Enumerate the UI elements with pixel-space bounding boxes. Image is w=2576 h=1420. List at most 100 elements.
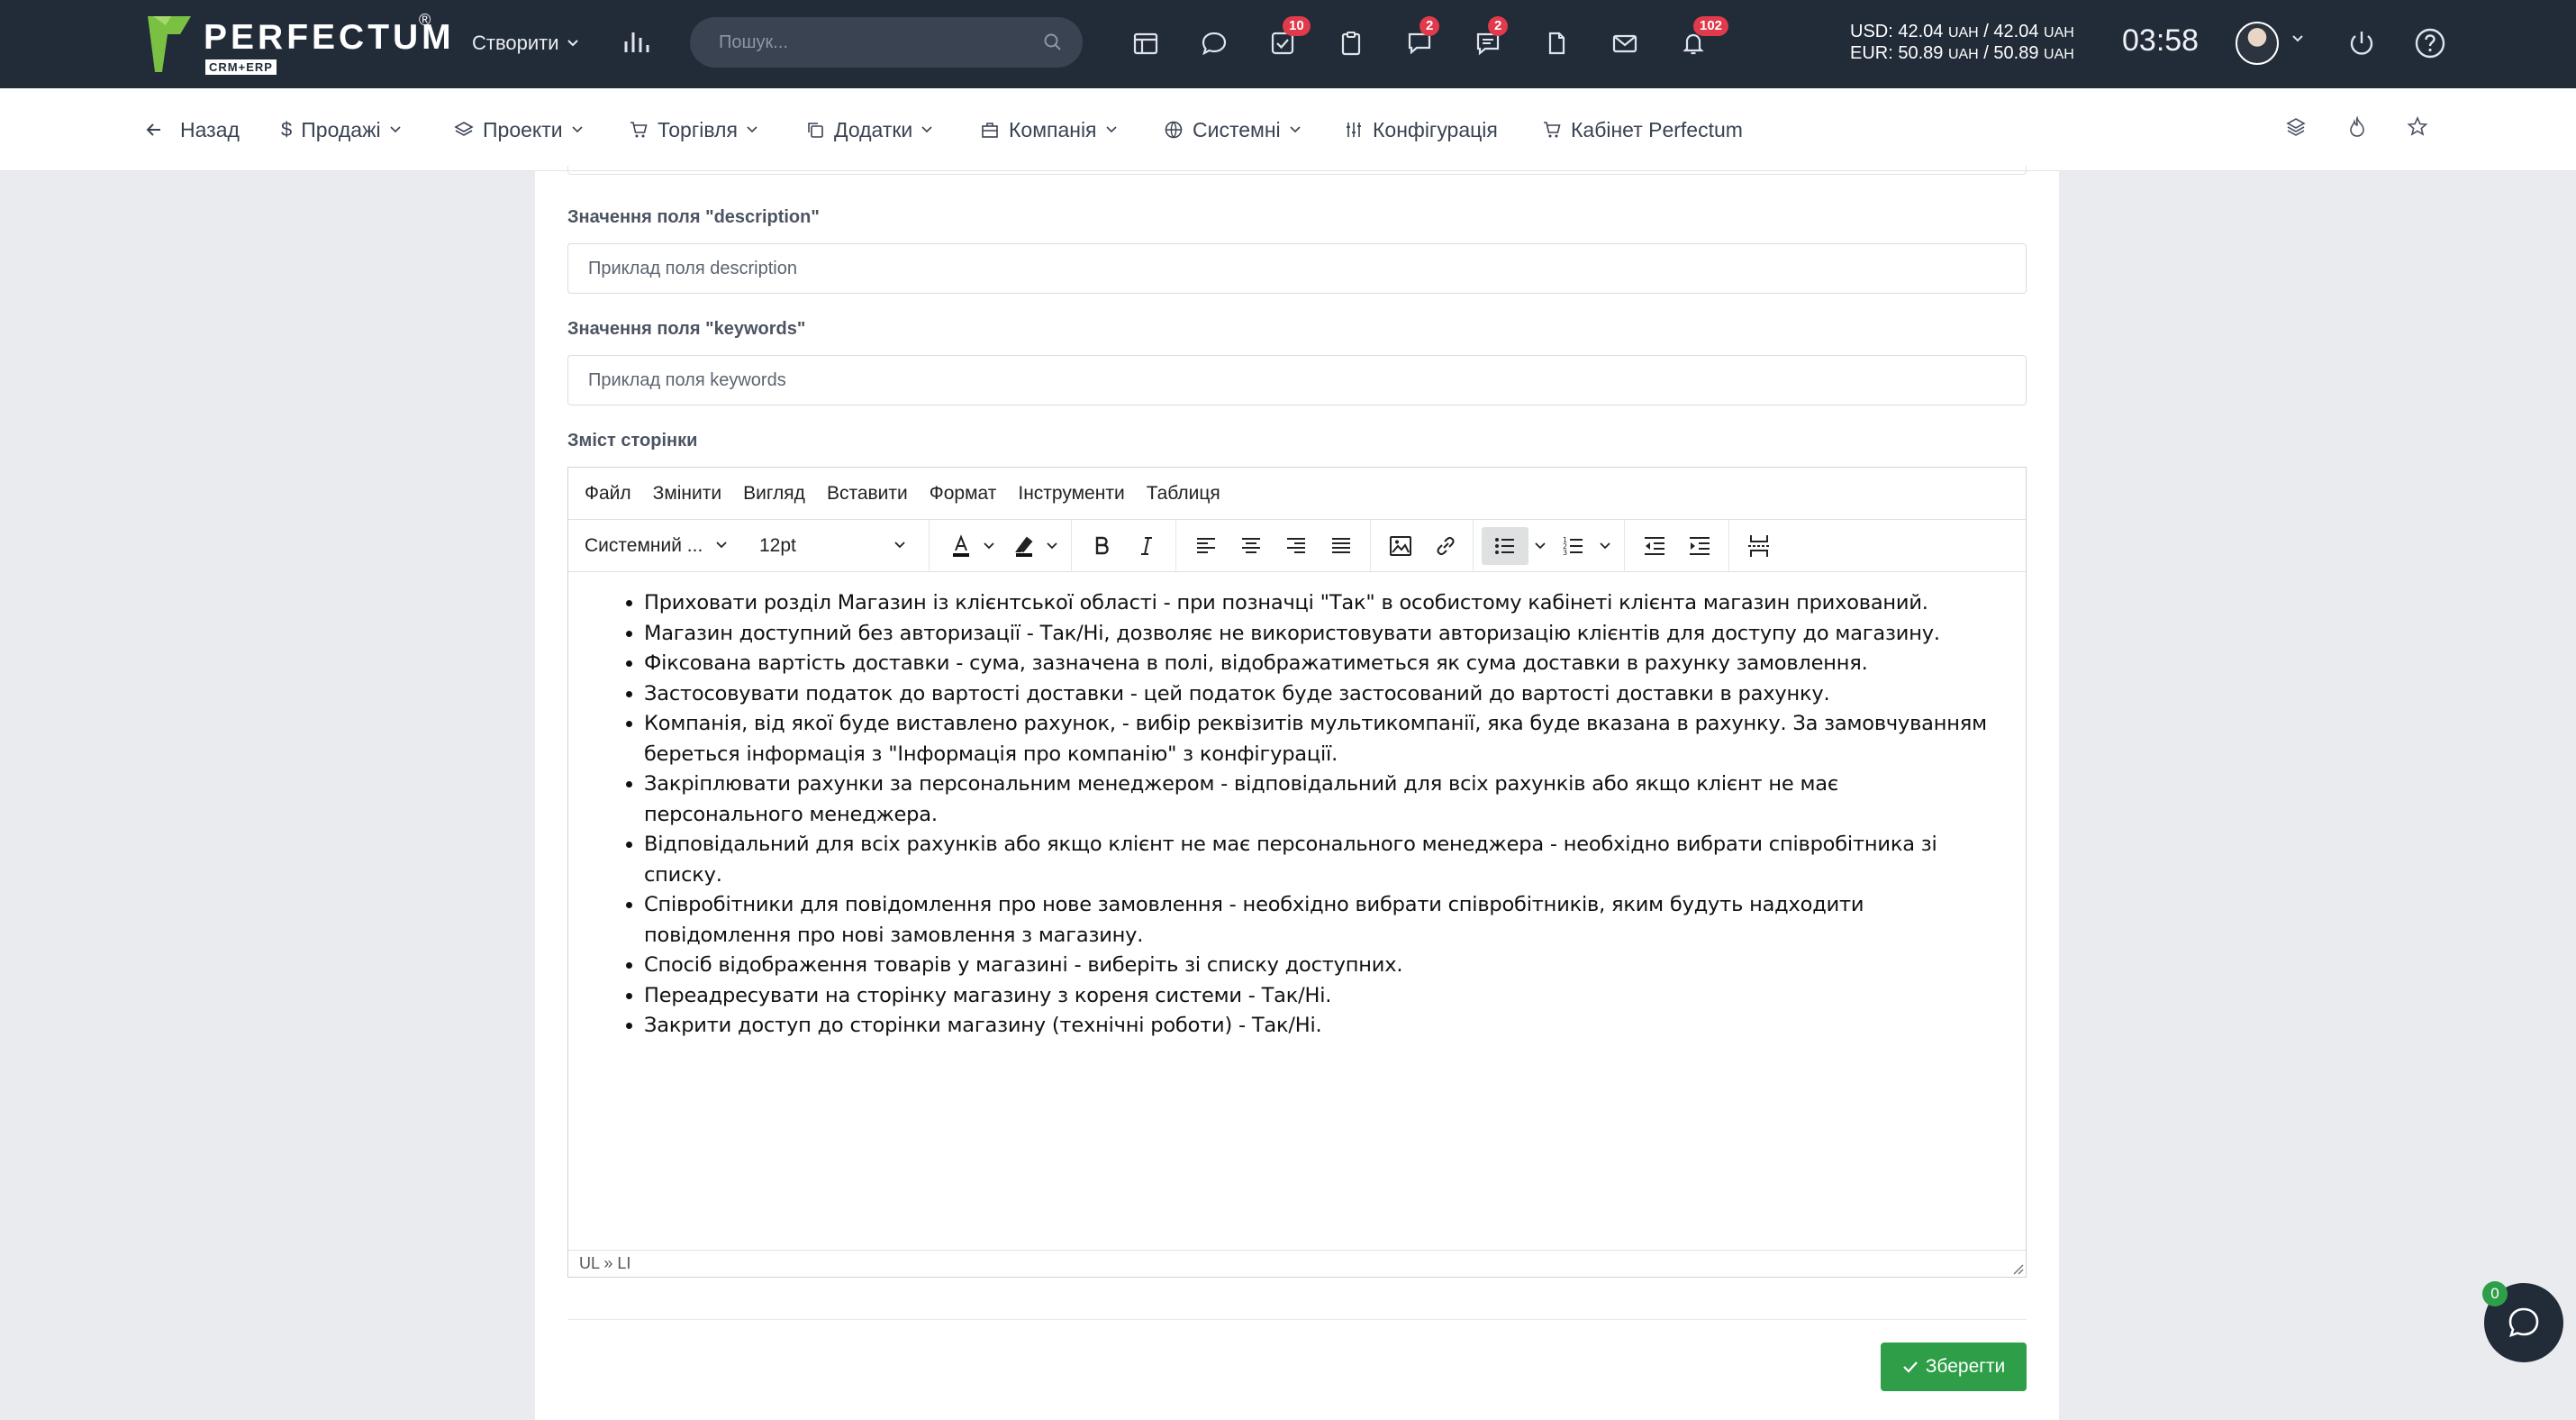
chevron-down-icon[interactable] bbox=[1042, 527, 1062, 565]
eur-rate: EUR: 50.89 UAH / 50.89 UAH bbox=[1850, 43, 2074, 63]
bar-chart-icon[interactable] bbox=[621, 27, 650, 60]
chevron-down-icon bbox=[572, 126, 583, 133]
nav-config-label: Конфігурація bbox=[1373, 117, 1498, 141]
nav-projects-label: Проекти bbox=[483, 117, 563, 141]
menu-tools[interactable]: Інструменти bbox=[1018, 483, 1124, 505]
font-size-select[interactable]: 12pt bbox=[759, 527, 912, 565]
image-icon[interactable] bbox=[1381, 527, 1420, 565]
align-center-icon[interactable] bbox=[1231, 527, 1271, 565]
tasks-icon[interactable]: 10 bbox=[1263, 16, 1311, 63]
align-right-icon[interactable] bbox=[1276, 527, 1316, 565]
search-input[interactable] bbox=[717, 17, 1023, 68]
chevron-down-icon bbox=[716, 542, 727, 549]
previous-field[interactable] bbox=[567, 166, 2027, 175]
indent-icon[interactable] bbox=[1680, 527, 1719, 565]
nav-config[interactable]: Конфігурація bbox=[1344, 115, 1498, 144]
document-icon[interactable] bbox=[1537, 23, 1576, 63]
align-justify-icon[interactable] bbox=[1321, 527, 1361, 565]
copy-icon bbox=[808, 123, 823, 138]
chat-bubble-icon[interactable] bbox=[1194, 23, 1234, 63]
nav-system[interactable]: Системні bbox=[1164, 115, 1301, 144]
highlight-icon[interactable] bbox=[1004, 527, 1044, 565]
layers-icon[interactable] bbox=[2286, 115, 2306, 143]
list-item: Застосовувати податок до вартості достав… bbox=[644, 679, 1999, 710]
chevron-down-icon bbox=[1290, 126, 1301, 133]
messages-icon[interactable]: 2 bbox=[1468, 16, 1509, 63]
save-button[interactable]: Зберегти bbox=[1881, 1343, 2027, 1391]
comments-icon[interactable]: 2 bbox=[1400, 16, 1440, 63]
form-divider bbox=[567, 1319, 2027, 1320]
italic-icon[interactable] bbox=[1127, 527, 1166, 565]
avatar[interactable] bbox=[2236, 22, 2279, 65]
list-item: Фіксована вартість доставки - сума, зазн… bbox=[644, 649, 1999, 679]
create-label: Створити bbox=[472, 32, 559, 54]
mail-icon[interactable] bbox=[1605, 23, 1645, 63]
nav-cabinet[interactable]: Кабінет Perfectum bbox=[1542, 115, 1743, 144]
chevron-down-icon bbox=[567, 40, 578, 47]
content-label: Зміст сторінки bbox=[567, 431, 698, 451]
nav-trade[interactable]: Торгівля bbox=[629, 115, 757, 144]
fire-icon[interactable] bbox=[2347, 115, 2367, 143]
list-item: Переадресувати на сторінку магазину з ко… bbox=[644, 981, 1999, 1012]
notifications-badge: 102 bbox=[1693, 16, 1729, 36]
cart-icon bbox=[630, 122, 648, 138]
nav-company[interactable]: Компанія bbox=[980, 115, 1117, 144]
power-icon[interactable] bbox=[2342, 23, 2381, 68]
chevron-down-icon[interactable] bbox=[2291, 34, 2304, 43]
list-item: Закрити доступ до сторінки магазину (тех… bbox=[644, 1011, 1999, 1042]
page-break-icon[interactable] bbox=[1739, 527, 1779, 565]
perfectum-logo[interactable]: PERFECTUM ® CRM+ERP bbox=[144, 11, 451, 76]
nav-cabinet-label: Кабінет Perfectum bbox=[1571, 117, 1743, 141]
chevron-down-icon[interactable] bbox=[1530, 527, 1550, 565]
nav-company-label: Компанія bbox=[1009, 117, 1097, 141]
editor-content[interactable]: Приховати розділ Магазин із клієнтської … bbox=[568, 572, 2026, 1252]
editor-toolbar: Системний ... 12pt 1 2 3 bbox=[568, 520, 2026, 572]
menu-file[interactable]: Файл bbox=[585, 483, 631, 505]
font-family-select[interactable]: Системний ... bbox=[585, 527, 733, 565]
bullet-list-icon[interactable] bbox=[1482, 527, 1528, 565]
keywords-input[interactable] bbox=[567, 355, 2027, 405]
help-icon[interactable] bbox=[2410, 23, 2450, 68]
element-path[interactable]: UL » LI bbox=[579, 1254, 630, 1273]
outdent-icon[interactable] bbox=[1635, 527, 1674, 565]
chevron-down-icon bbox=[1105, 126, 1117, 133]
menu-insert[interactable]: Вставити bbox=[827, 483, 908, 505]
menu-view[interactable]: Вигляд bbox=[743, 483, 805, 505]
rich-text-editor: Файл Змінити Вигляд Вставити Формат Інст… bbox=[567, 467, 2027, 1278]
link-icon[interactable] bbox=[1426, 527, 1465, 565]
bullet-list: Приховати розділ Магазин із клієнтської … bbox=[613, 588, 1999, 1042]
nav-back[interactable]: Назад bbox=[144, 115, 240, 144]
chat-unread-badge: 0 bbox=[2482, 1281, 2508, 1306]
chevron-down-icon[interactable] bbox=[979, 527, 999, 565]
search-box[interactable] bbox=[690, 17, 1083, 68]
clipboard-icon[interactable] bbox=[1331, 23, 1371, 63]
menu-table[interactable]: Таблиця bbox=[1147, 483, 1220, 505]
nav-system-label: Системні bbox=[1193, 117, 1281, 141]
list-item: Спосіб відображення товарів у магазині -… bbox=[644, 951, 1999, 981]
star-icon[interactable] bbox=[2407, 115, 2428, 143]
usd-rate: USD: 42.04 UAH / 42.04 UAH bbox=[1850, 22, 2074, 41]
nav-sales[interactable]: $ Продажі bbox=[281, 115, 401, 144]
description-input[interactable] bbox=[567, 243, 2027, 294]
nav-sales-label: Продажі bbox=[301, 117, 381, 141]
search-icon bbox=[1044, 33, 1061, 50]
align-left-icon[interactable] bbox=[1186, 527, 1226, 565]
calendar-table-icon[interactable] bbox=[1126, 23, 1166, 63]
list-item: Компанія, від якої буде виставлено рахун… bbox=[644, 709, 1999, 769]
numbered-list-icon[interactable]: 123 bbox=[1554, 527, 1593, 565]
nav-addons[interactable]: Додатки bbox=[805, 115, 932, 144]
menu-edit[interactable]: Змінити bbox=[653, 483, 721, 505]
bold-icon[interactable] bbox=[1082, 527, 1121, 565]
chevron-down-icon[interactable] bbox=[1595, 527, 1615, 565]
text-color-icon[interactable] bbox=[941, 527, 981, 565]
create-dropdown[interactable]: Створити bbox=[472, 27, 579, 59]
bell-icon[interactable]: 102 bbox=[1673, 16, 1729, 63]
messages-badge: 2 bbox=[1488, 16, 1509, 36]
dollar-icon: $ bbox=[281, 118, 293, 141]
brand-subtitle: CRM+ERP bbox=[205, 59, 277, 75]
save-label: Зберегти bbox=[1925, 1356, 2006, 1377]
chevron-down-icon bbox=[747, 126, 757, 133]
nav-projects[interactable]: Проекти bbox=[454, 115, 583, 144]
menu-format[interactable]: Формат bbox=[930, 483, 997, 505]
resize-handle-icon[interactable] bbox=[2011, 1262, 2024, 1275]
